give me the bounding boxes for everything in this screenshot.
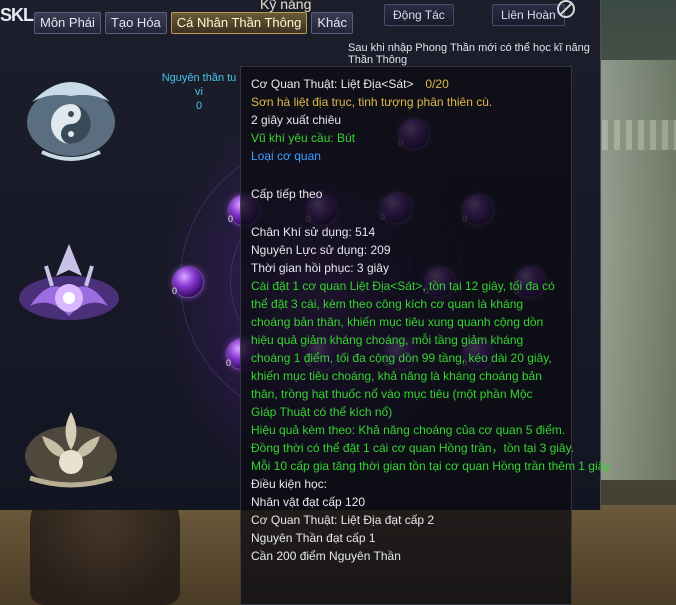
skill-poem: Sơn hà liệt địa trục, tinh tượng phân th… xyxy=(251,95,493,109)
effect-line-2: Đồng thời có thể đặt 1 cái cơ quan Hồng … xyxy=(251,441,575,455)
tu-vi-name: Nguyên thần tu vi xyxy=(161,72,237,98)
weapon-requirement: Vũ khí yêu cầu: Bút xyxy=(251,131,356,145)
tab-khac[interactable]: Khác xyxy=(311,12,353,34)
requirements-heading: Điều kiện học: xyxy=(251,477,328,491)
skill-orb-count: 0 xyxy=(172,286,178,296)
notice-text: Sau khi nhập Phong Thần mới có thể học k… xyxy=(348,42,590,66)
tab-bar: Môn Phái Tạo Hóa Cá Nhân Thần Thông Khác xyxy=(34,12,353,34)
taiji-emblem-icon[interactable] xyxy=(12,62,130,172)
tab-mon-phai[interactable]: Môn Phái xyxy=(34,12,101,34)
requirement-3: Nguyên Thần đạt cấp 1 xyxy=(251,531,376,545)
requirement-1: Nhân vật đạt cấp 120 xyxy=(251,495,366,509)
cooldown: Thời gian hồi phục: 3 giây xyxy=(251,261,389,275)
close-icon[interactable] xyxy=(557,0,575,18)
next-level-heading: Cấp tiếp theo xyxy=(251,187,323,201)
tab-ca-nhan-than-thong[interactable]: Cá Nhân Thần Thông xyxy=(170,12,308,34)
skill-name: Cơ Quan Thuật: Liệt Địa<Sát> xyxy=(251,77,414,91)
tab-tao-hoa[interactable]: Tạo Hóa xyxy=(104,12,167,34)
tooltip-header: Cơ Quan Thuật: Liệt Địa<Sát> 0/20 xyxy=(251,75,561,93)
skill-orb-count: 0 xyxy=(226,358,232,368)
skill-orb-count: 0 xyxy=(228,214,234,224)
requirement-2: Cơ Quan Thuật: Liệt Địa đạt cấp 2 xyxy=(251,513,435,527)
effect-line-1: Hiệu quả kèm theo: Khả năng choáng của c… xyxy=(251,423,566,437)
skill-level: 0/20 xyxy=(425,77,449,91)
skill-tooltip: Cơ Quan Thuật: Liệt Địa<Sát> 0/20 Sơn hà … xyxy=(240,66,613,605)
cast-time: 2 giây xuất chiêu xyxy=(251,113,342,127)
skill-type: Loại cơ quan xyxy=(251,149,321,163)
lotus-emblem-icon[interactable] xyxy=(12,392,130,502)
tu-vi-value: 0 xyxy=(195,100,203,112)
nguyen-than-tu-vi-label: Nguyên thần tu vi 0 xyxy=(159,71,239,113)
nguyen-luc-cost: Nguyên Lực sử dụng: 209 xyxy=(251,243,391,257)
lien-hoan-button[interactable]: Liên Hoàn xyxy=(492,4,565,26)
window-title: Kỹ năng xyxy=(260,0,312,12)
requirement-4: Cần 200 điểm Nguyên Thần xyxy=(251,549,401,563)
game-logo: SKL xyxy=(0,5,34,25)
purple-flame-emblem-icon[interactable] xyxy=(10,236,128,346)
effect-line-3: Mỗi 10 cấp gia tăng thời gian tồn tại cơ… xyxy=(251,459,613,473)
dong-tac-button[interactable]: Động Tác xyxy=(384,4,454,26)
skill-description: Cài đặt 1 cơ quan Liệt Địa<Sát>, tồn tại… xyxy=(251,279,555,419)
chan-khi-cost: Chân Khí sử dụng: 514 xyxy=(251,225,376,239)
